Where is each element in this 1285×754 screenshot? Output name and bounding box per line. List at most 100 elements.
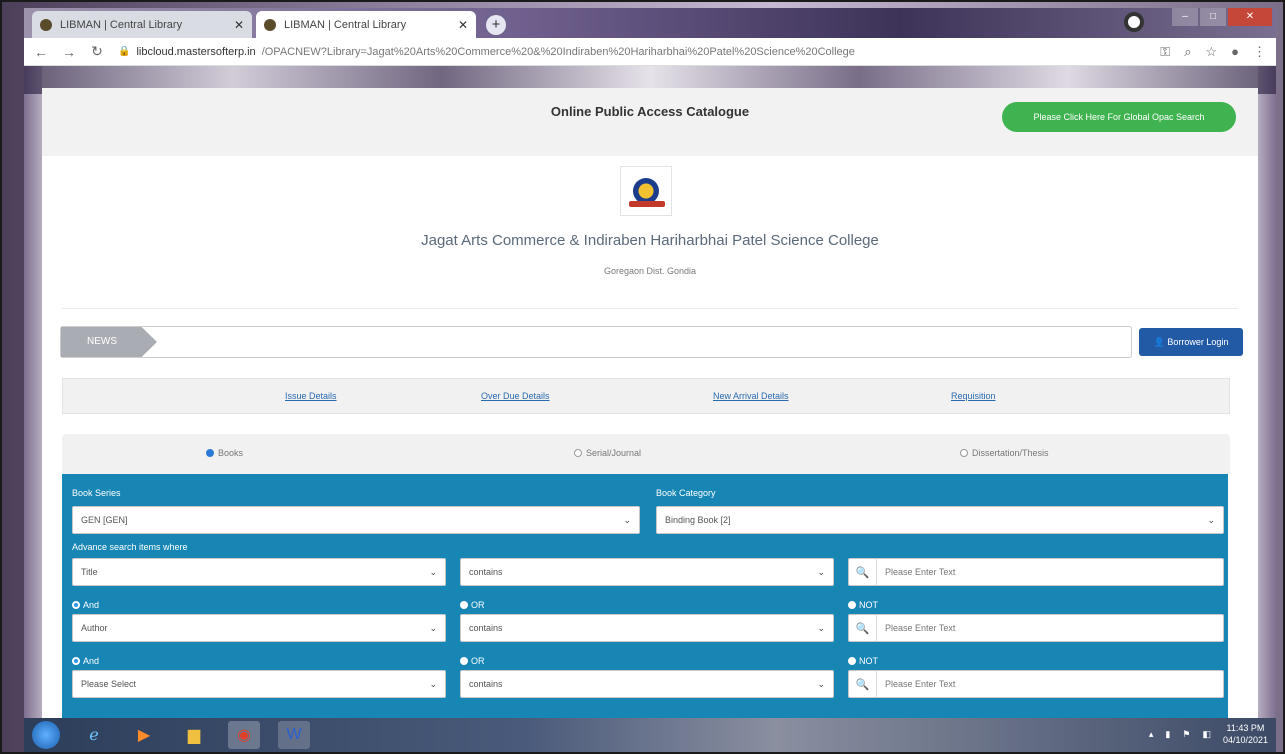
tab-label: LIBMAN | Central Library xyxy=(60,18,183,31)
news-tag: NEWS xyxy=(61,327,157,357)
logic-label: OR xyxy=(471,600,485,610)
internet-explorer-icon[interactable]: ℯ xyxy=(78,721,110,749)
logic-label: OR xyxy=(471,656,485,666)
radio-label: Dissertation/Thesis xyxy=(972,448,1049,458)
close-window-icon[interactable]: ✕ xyxy=(1228,8,1272,26)
radio-dissertation-thesis[interactable]: Dissertation/Thesis xyxy=(960,448,1049,458)
operator-select-3[interactable]: contains ⌄ xyxy=(460,670,834,698)
ribbon-icon xyxy=(629,201,665,207)
select-value: contains xyxy=(469,567,503,577)
clock-time: 11:43 PM xyxy=(1226,723,1265,733)
system-tray: ▴ ▮ ⚑ ◧ 11:43 PM 04/10/2021 xyxy=(1149,722,1268,746)
radio-label: Serial/Journal xyxy=(586,448,642,458)
logic-label: NOT xyxy=(859,656,878,666)
college-name: Jagat Arts Commerce & Indiraben Hariharb… xyxy=(421,232,879,249)
search-icon: 🔍 xyxy=(849,671,877,697)
new-tab-button[interactable]: + xyxy=(486,15,506,35)
select-value: Title xyxy=(81,567,98,577)
news-ticker: NEWS xyxy=(60,326,1132,358)
search-input-1[interactable] xyxy=(877,567,1197,577)
word-icon[interactable]: W xyxy=(278,721,310,749)
logic-or-1[interactable]: OR xyxy=(460,600,485,610)
address-bar: ← → ↻ 🔒 libcloud.mastersofterp.in/OPACNE… xyxy=(24,38,1276,66)
media-player-icon[interactable]: ▶ xyxy=(128,721,160,749)
college-logo xyxy=(620,166,672,216)
field-select-3[interactable]: Please Select ⌄ xyxy=(72,670,446,698)
select-value: contains xyxy=(469,679,503,689)
volume-icon[interactable]: ◧ xyxy=(1202,729,1211,740)
radio-dot xyxy=(460,657,468,665)
logic-or-2[interactable]: OR xyxy=(460,656,485,666)
operator-select-1[interactable]: contains ⌄ xyxy=(460,558,834,586)
maximize-icon[interactable]: □ xyxy=(1200,8,1226,26)
overdue-details-link[interactable]: Over Due Details xyxy=(481,391,550,401)
select-value: contains xyxy=(469,623,503,633)
reload-icon[interactable]: ↻ xyxy=(90,43,104,60)
issue-details-link[interactable]: Issue Details xyxy=(285,391,337,401)
back-icon[interactable]: ← xyxy=(34,44,48,60)
new-arrival-details-link[interactable]: New Arrival Details xyxy=(713,391,789,401)
flag-icon[interactable]: ⚑ xyxy=(1182,729,1190,740)
favicon-icon xyxy=(264,18,276,31)
menu-icon[interactable]: ⋮ xyxy=(1253,44,1266,60)
requisition-link[interactable]: Requisition xyxy=(951,391,996,401)
chrome-icon[interactable]: ◉ xyxy=(228,721,260,749)
key-icon[interactable]: ⚿ xyxy=(1160,44,1170,60)
operator-select-2[interactable]: contains ⌄ xyxy=(460,614,834,642)
radio-dot xyxy=(848,601,856,609)
star-icon[interactable]: ☆ xyxy=(1205,44,1217,60)
field-select-1[interactable]: Title ⌄ xyxy=(72,558,446,586)
clock-date: 04/10/2021 xyxy=(1222,735,1268,745)
web-page: Online Public Access Catalogue Please Cl… xyxy=(24,66,1276,718)
divider xyxy=(62,308,1238,309)
logic-and-2[interactable]: And xyxy=(72,656,99,666)
field-select-2[interactable]: Author ⌄ xyxy=(72,614,446,642)
network-icon[interactable]: ▮ xyxy=(1165,729,1170,740)
search-input-3[interactable] xyxy=(877,679,1197,689)
url-field[interactable]: 🔒 libcloud.mastersofterp.in/OPACNEW?Libr… xyxy=(118,46,1146,58)
logic-label: And xyxy=(83,656,100,666)
zoom-icon[interactable]: ⌕ xyxy=(1184,44,1191,60)
select-value: Binding Book [2] xyxy=(665,515,731,525)
opac-header: Online Public Access Catalogue Please Cl… xyxy=(42,88,1258,156)
tray-arrow-icon[interactable]: ▴ xyxy=(1149,729,1154,740)
global-opac-search-button[interactable]: Please Click Here For Global Opac Search xyxy=(1002,102,1236,132)
url-host: libcloud.mastersofterp.in xyxy=(136,45,256,58)
search-icon: 🔍 xyxy=(849,615,877,641)
book-category-label: Book Category xyxy=(656,488,716,498)
chevron-down-icon: ⌄ xyxy=(623,515,631,525)
windows-taskbar: ℯ ▶ ▆ ◉ W ▴ ▮ ⚑ ◧ 11:43 PM 04/10/2021 xyxy=(24,718,1276,752)
radio-serial-journal[interactable]: Serial/Journal xyxy=(574,448,641,458)
clock[interactable]: 11:43 PM 04/10/2021 xyxy=(1223,722,1268,746)
search-input-2[interactable] xyxy=(877,623,1197,633)
search-text-1[interactable]: 🔍 xyxy=(848,558,1224,586)
search-panel: Book Series GEN [GEN] ⌄ Book Category Bi… xyxy=(62,474,1228,718)
minimize-icon[interactable]: – xyxy=(1172,8,1198,26)
logic-not-1[interactable]: NOT xyxy=(848,600,878,610)
book-category-select[interactable]: Binding Book [2] ⌄ xyxy=(656,506,1224,534)
forward-icon[interactable]: → xyxy=(62,44,76,60)
browser-tab-strip: LIBMAN | Central Library ✕ LIBMAN | Cent… xyxy=(24,8,1276,38)
chevron-down-icon: ⌄ xyxy=(429,567,437,577)
search-text-3[interactable]: 🔍 xyxy=(848,670,1224,698)
select-value: GEN [GEN] xyxy=(81,515,128,525)
logic-label: NOT xyxy=(859,600,878,610)
file-explorer-icon[interactable]: ▆ xyxy=(178,721,210,749)
member-links: Issue Details Over Due Details New Arriv… xyxy=(62,378,1230,414)
user-icon: 👤 xyxy=(1153,337,1165,347)
close-tab-icon[interactable]: ✕ xyxy=(458,18,468,32)
tab-label: LIBMAN | Central Library xyxy=(284,18,407,31)
logic-and-1[interactable]: And xyxy=(72,600,99,610)
radio-dot xyxy=(72,601,80,609)
close-tab-icon[interactable]: ✕ xyxy=(234,18,244,32)
book-series-select[interactable]: GEN [GEN] ⌄ xyxy=(72,506,640,534)
profile-icon[interactable]: ● xyxy=(1231,44,1239,60)
borrower-login-button[interactable]: 👤 Borrower Login xyxy=(1139,328,1243,356)
browser-tab-1[interactable]: LIBMAN | Central Library ✕ xyxy=(32,11,252,38)
browser-tab-2[interactable]: LIBMAN | Central Library ✕ xyxy=(256,11,476,38)
radio-books[interactable]: Books xyxy=(206,448,243,458)
start-button[interactable] xyxy=(32,721,60,749)
logic-not-2[interactable]: NOT xyxy=(848,656,878,666)
search-text-2[interactable]: 🔍 xyxy=(848,614,1224,642)
url-path: /OPACNEW?Library=Jagat%20Arts%20Commerce… xyxy=(261,45,855,58)
